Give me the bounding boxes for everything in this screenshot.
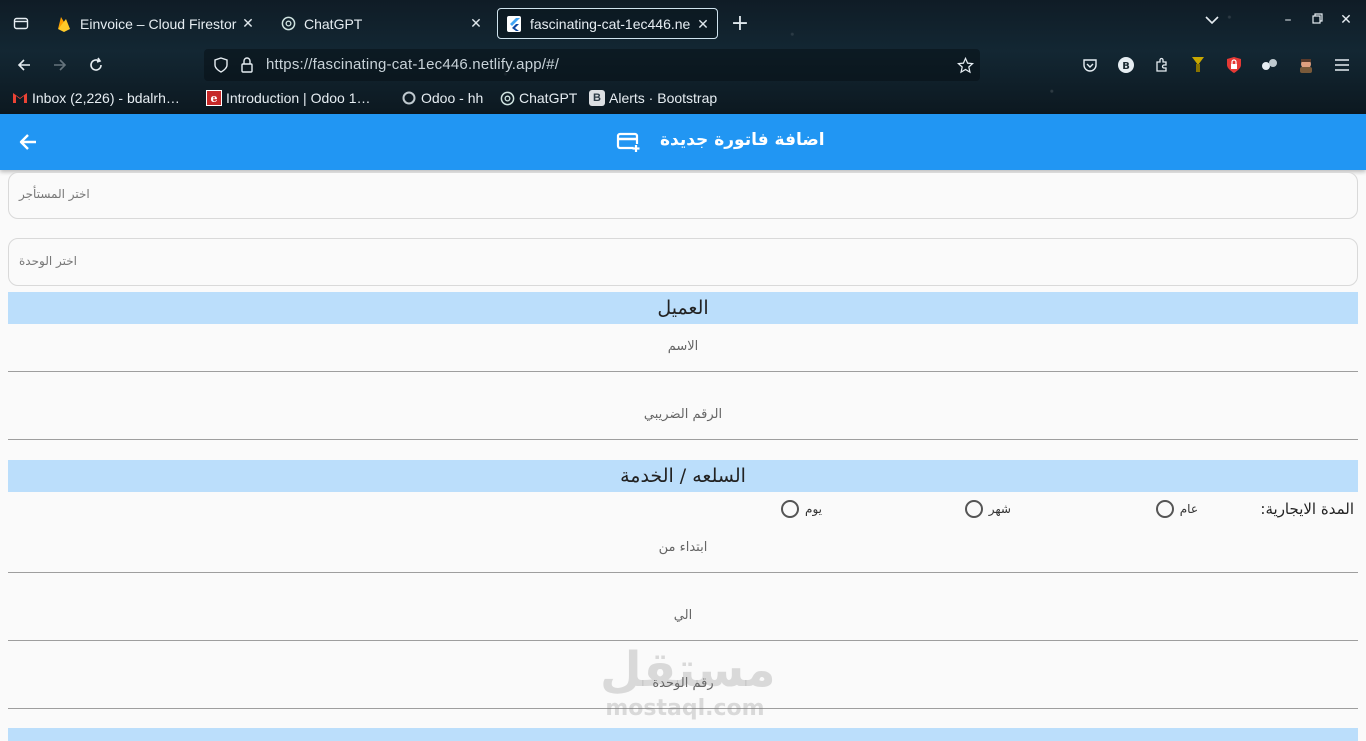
- chevron-down-icon[interactable]: [1202, 13, 1222, 29]
- close-tab-icon[interactable]: ✕: [695, 16, 711, 32]
- flutter-icon: [506, 15, 522, 32]
- start-date-label: ابتداء من: [658, 540, 708, 555]
- bookmark-odoo-intro[interactable]: e Introduction | Odoo 1…: [206, 90, 371, 106]
- customer-name-field[interactable]: الاسم: [8, 304, 1358, 372]
- tax-number-label: الرقم الضريبي: [643, 407, 723, 422]
- close-tab-icon[interactable]: ✕: [240, 15, 256, 31]
- back-arrow-icon[interactable]: [14, 128, 42, 156]
- unit-number-label: رقم الوحدة: [652, 676, 714, 691]
- forward-arrow-icon[interactable]: [47, 52, 73, 78]
- add-card-icon: [616, 130, 642, 154]
- bookmark-star-icon[interactable]: [956, 56, 974, 74]
- end-date-label: الي: [673, 608, 693, 623]
- tab-einvoice[interactable]: Einvoice – Cloud Firestor ✕: [48, 8, 262, 39]
- tab-chatgpt[interactable]: ChatGPT ✕: [272, 8, 490, 39]
- bootstrap-icon: B: [589, 90, 605, 106]
- minimize-icon[interactable]: –: [1278, 12, 1298, 28]
- bookmark-bootstrap[interactable]: B Alerts · Bootstrap: [589, 90, 717, 106]
- customer-name-label: الاسم: [667, 339, 699, 354]
- bookmarks-bar: Inbox (2,226) - bdalrh… e Introduction |…: [0, 88, 1366, 110]
- bookmark-odoo-hh[interactable]: Odoo - hh: [401, 90, 483, 106]
- chatgpt-icon: [280, 16, 296, 32]
- unit-dropdown[interactable]: اختر الوحدة: [8, 238, 1358, 286]
- tenant-hint: اختر المستأجر: [19, 187, 90, 201]
- back-arrow-icon[interactable]: [11, 52, 37, 78]
- svg-text:B: B: [1122, 61, 1130, 72]
- reload-icon[interactable]: [83, 52, 109, 78]
- account-b-icon[interactable]: B: [1116, 55, 1136, 75]
- tab-fascinating-cat[interactable]: fascinating-cat-1ec446.ne ✕: [497, 8, 718, 39]
- odoo-doc-icon: e: [206, 90, 222, 106]
- chatgpt-icon: [499, 90, 515, 106]
- close-tab-icon[interactable]: ✕: [468, 15, 484, 31]
- invoice-form: اختر المستأجر اختر الوحدة العميل الاسم ا…: [0, 170, 1366, 741]
- page-title: اضافة فاتورة جديدة: [660, 130, 825, 150]
- url-bar[interactable]: https://fascinating-cat-1ec446.netlify.a…: [204, 49, 980, 81]
- browser-chrome: Einvoice – Cloud Firestor ✕ ChatGPT ✕ fa…: [0, 0, 1366, 114]
- extensions-puzzle-icon[interactable]: [1152, 55, 1172, 75]
- extension-download-icon[interactable]: [1188, 55, 1208, 75]
- extension-avatar-icon[interactable]: [1296, 55, 1316, 75]
- firebase-icon: [56, 16, 72, 32]
- url-text: https://fascinating-cat-1ec446.netlify.a…: [266, 56, 560, 73]
- hamburger-menu-icon[interactable]: [1332, 55, 1352, 75]
- unit-number-field[interactable]: رقم الوحدة: [8, 641, 1358, 709]
- product-section-header: السلعه / الخدمة: [8, 460, 1358, 492]
- next-section-header: [8, 728, 1358, 741]
- app-bar: اضافة فاتورة جديدة: [0, 114, 1366, 170]
- end-date-field[interactable]: الي: [8, 573, 1358, 641]
- gmail-icon: [12, 90, 28, 106]
- extension-dots-icon[interactable]: [1260, 55, 1280, 75]
- bookmark-chatgpt[interactable]: ChatGPT: [499, 90, 577, 106]
- shield-icon[interactable]: [212, 56, 230, 74]
- lock-icon[interactable]: [238, 56, 256, 74]
- restore-icon[interactable]: [1307, 12, 1327, 28]
- unit-hint: اختر الوحدة: [19, 254, 78, 268]
- bookmark-gmail[interactable]: Inbox (2,226) - bdalrh…: [12, 90, 180, 106]
- adblock-shield-icon[interactable]: [1224, 55, 1244, 75]
- window-close-icon[interactable]: ✕: [1336, 12, 1356, 28]
- tab-list-icon[interactable]: [8, 10, 34, 36]
- tab-bar: Einvoice – Cloud Firestor ✕ ChatGPT ✕ fa…: [0, 6, 1366, 42]
- pocket-icon[interactable]: [1080, 55, 1100, 75]
- start-date-field[interactable]: ابتداء من: [8, 505, 1358, 573]
- tax-number-field[interactable]: الرقم الضريبي: [8, 372, 1358, 440]
- odoo-icon: [401, 90, 417, 106]
- tenant-dropdown[interactable]: اختر المستأجر: [8, 172, 1358, 219]
- new-tab-icon[interactable]: +: [729, 11, 751, 36]
- svg-text:e: e: [211, 92, 218, 105]
- nav-bar: https://fascinating-cat-1ec446.netlify.a…: [0, 49, 1366, 81]
